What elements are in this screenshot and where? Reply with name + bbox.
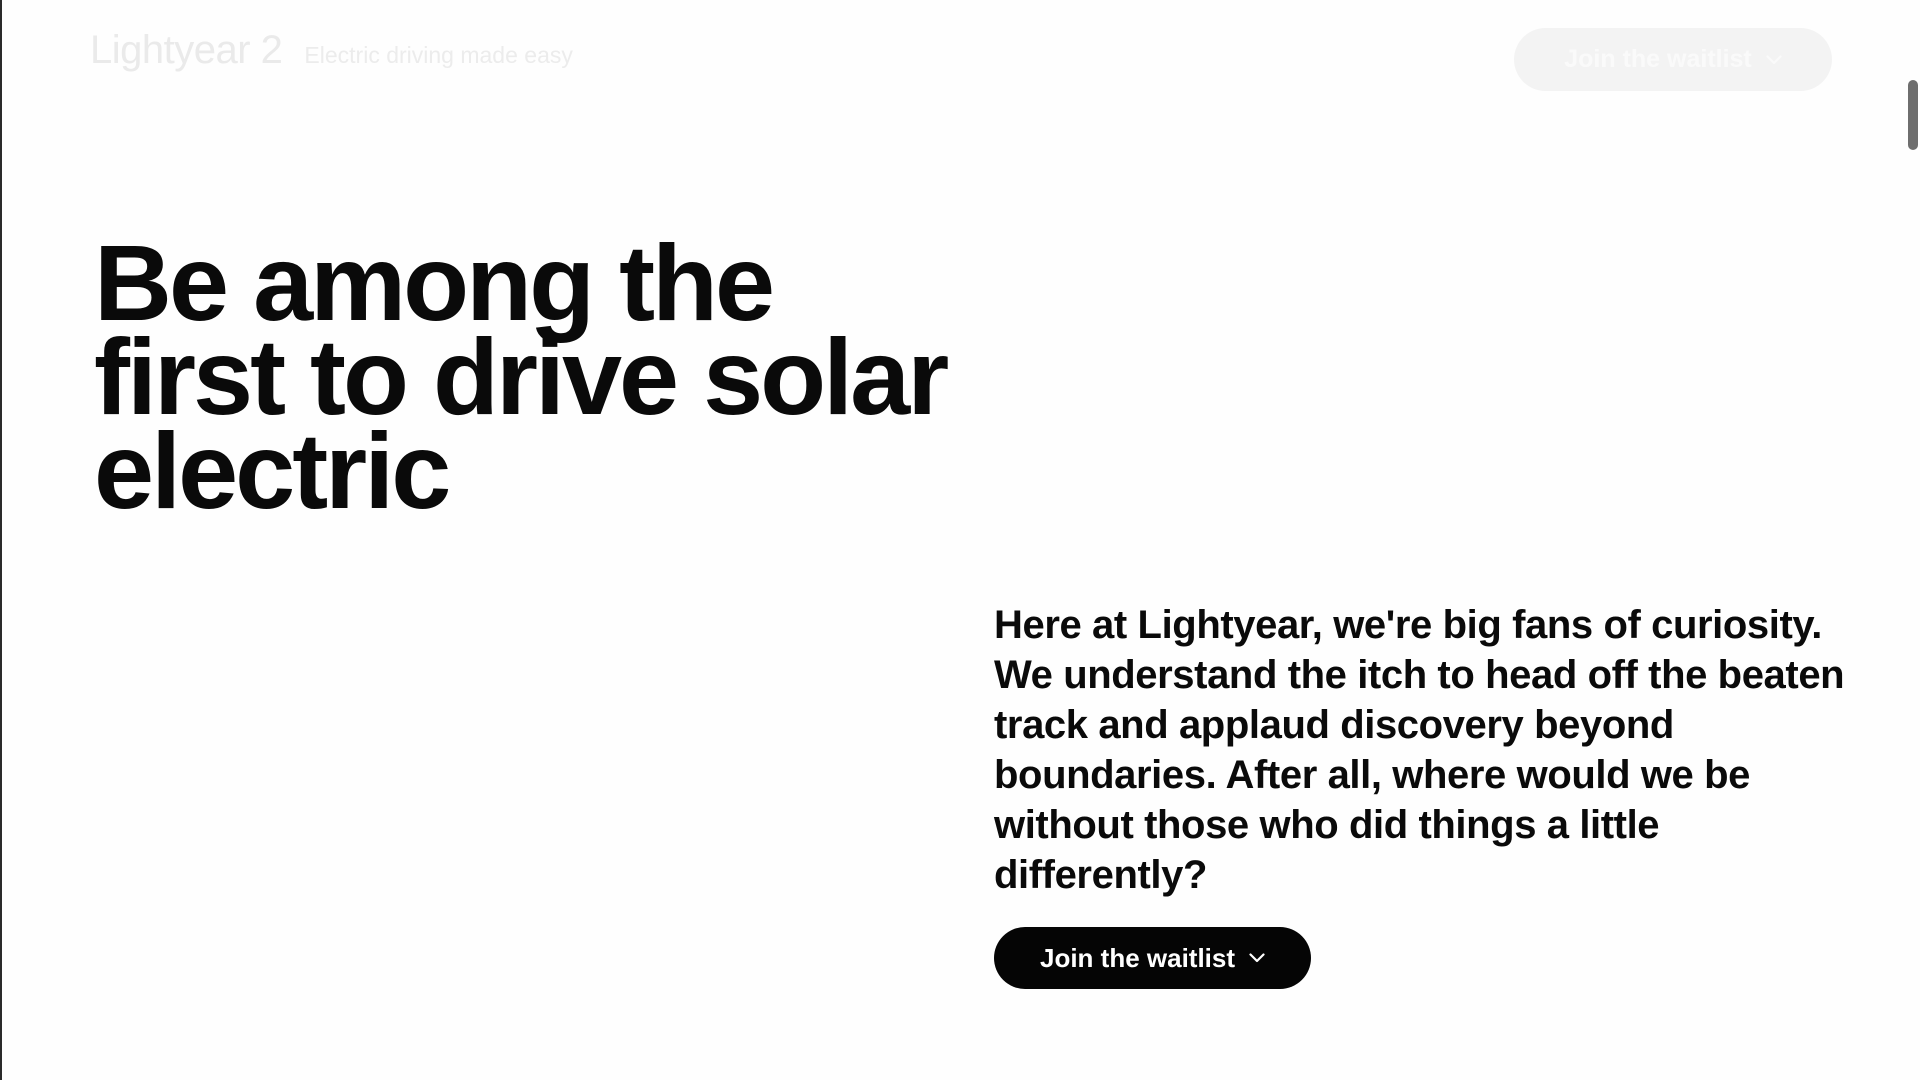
join-waitlist-label: Join the waitlist (1039, 942, 1236, 973)
page: Lightyear 2 Electric driving made easy J… (0, 0, 1920, 1080)
header-tagline: Electric driving made easy (304, 42, 573, 68)
site-header: Lightyear 2 Electric driving made easy (90, 28, 573, 73)
join-waitlist-button[interactable]: Join the waitlist (994, 927, 1311, 989)
header-join-waitlist-button[interactable]: Join the waitlist (1514, 28, 1832, 91)
chevron-down-icon (1249, 953, 1265, 963)
intro-paragraph: Here at Lightyear, we're big fans of cur… (994, 603, 1845, 897)
chevron-down-icon (1766, 54, 1782, 65)
scrollbar-thumb[interactable] (1908, 80, 1918, 150)
hero-title: Be among the first to drive solar electr… (94, 222, 949, 531)
brand-logo[interactable]: Lightyear 2 (90, 28, 283, 73)
header-join-waitlist-label: Join the waitlist (1564, 45, 1752, 73)
